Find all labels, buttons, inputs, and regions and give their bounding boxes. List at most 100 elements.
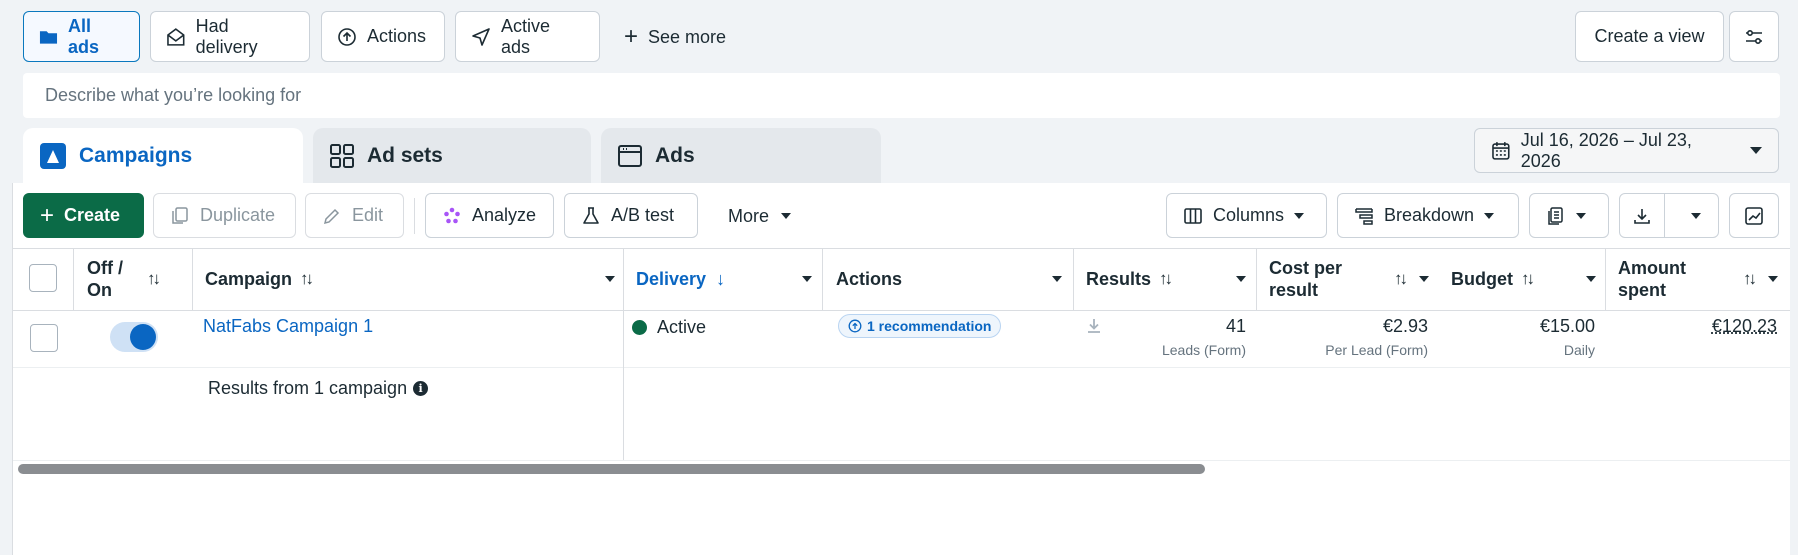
amount-spent-value[interactable]: €120.23 [1620, 316, 1777, 337]
col-results[interactable]: Results ↑↓ [1086, 248, 1246, 310]
chevron-down-icon [1236, 276, 1246, 282]
more-button[interactable]: More [728, 205, 792, 227]
columns-label: Columns [1213, 205, 1285, 225]
folder-icon [39, 30, 58, 44]
reports-button[interactable] [1529, 193, 1609, 238]
create-view-button[interactable]: Create a view [1575, 11, 1724, 62]
see-more-button[interactable]: + See more [624, 24, 726, 50]
results-value: 41 [1225, 316, 1246, 336]
budget-sub: Daily [1563, 342, 1595, 358]
chevron-down-icon [1484, 212, 1495, 219]
date-range-label: Jul 16, 2026 – Jul 23, 2026 [1520, 129, 1692, 171]
delivery-header-label: Delivery [636, 268, 707, 289]
columns-button[interactable]: Columns [1166, 193, 1327, 238]
col-cost-per-result[interactable]: Cost per result ↑↓ [1269, 248, 1429, 310]
tab-ad-sets[interactable]: Ad sets [313, 128, 591, 183]
duplicate-button[interactable]: Duplicate [153, 193, 296, 238]
results-summary-label: Results from 1 campaign [208, 378, 408, 398]
cost-line1: Cost per [1269, 258, 1343, 278]
chevron-down-icon [1768, 276, 1778, 282]
col-delivery[interactable]: Delivery ↓ [636, 248, 812, 310]
filter-active-ads[interactable]: Active ads [455, 11, 600, 62]
edit-button[interactable]: Edit [305, 193, 404, 238]
chevron-down-icon [605, 276, 615, 282]
off-on-line1: Off / [87, 258, 123, 278]
ab-test-button[interactable]: A/B test [564, 193, 698, 238]
edit-label: Edit [352, 205, 384, 225]
duplicate-label: Duplicate [200, 205, 276, 225]
filter-had-delivery[interactable]: Had delivery [150, 11, 310, 62]
delivery-status: Active [632, 317, 706, 338]
tab-ads[interactable]: Ads [601, 128, 881, 183]
filter-actions[interactable]: Actions [321, 11, 445, 62]
upload-circle-icon [848, 319, 862, 333]
search-input[interactable]: Describe what you’re looking for [23, 73, 1780, 118]
row-checkbox[interactable] [30, 324, 58, 352]
tab-campaigns[interactable]: Campaigns [23, 128, 303, 183]
campaign-toggle[interactable] [110, 322, 158, 352]
date-range-picker[interactable]: Jul 16, 2026 – Jul 23, 2026 [1474, 128, 1779, 173]
sort-icon: ↑↓ [1394, 269, 1408, 288]
campaign-header-label: Campaign [205, 268, 293, 289]
results-sub: Leads (Form) [1161, 342, 1246, 358]
tab-ads-label: Ads [655, 143, 695, 167]
filter-all-ads-label: All ads [67, 15, 100, 57]
chevron-down-icon [1052, 276, 1062, 282]
plus-icon: + [624, 23, 639, 50]
chevron-down-icon [1586, 276, 1596, 282]
recommendation-label: 1 recommendation [867, 318, 992, 334]
col-campaign[interactable]: Campaign ↑↓ [205, 248, 615, 310]
budget-value: €15.00 [1539, 316, 1595, 336]
delivery-status-label: Active [657, 317, 707, 337]
view-settings-button[interactable] [1729, 11, 1779, 62]
chevron-down-icon [802, 276, 812, 282]
plus-icon: + [40, 201, 55, 229]
columns-icon [1184, 207, 1202, 224]
filter-all-ads[interactable]: All ads [23, 11, 140, 62]
cost-value: €2.93 [1382, 316, 1428, 336]
toggle-knob [130, 324, 156, 350]
chevron-down-icon [1750, 147, 1762, 154]
recommendation-badge[interactable]: 1 recommendation [838, 314, 1002, 338]
amount-line2: spent [1618, 280, 1667, 300]
more-label: More [728, 205, 770, 226]
status-dot-icon [632, 320, 647, 335]
trend-chart-icon [1745, 206, 1763, 225]
create-button[interactable]: + Create [23, 193, 144, 238]
off-on-line2: On [87, 280, 112, 300]
campaign-name-link[interactable]: NatFabs Campaign 1 [203, 316, 373, 337]
charts-button[interactable] [1729, 193, 1779, 238]
chevron-down-icon [1691, 212, 1702, 219]
chevron-down-icon [1294, 212, 1305, 219]
campaign-icon [40, 142, 66, 169]
envelope-open-icon [167, 27, 185, 46]
export-button[interactable] [1619, 193, 1719, 238]
col-amount-spent[interactable]: Amount spent ↑↓ [1618, 248, 1778, 310]
info-icon[interactable]: i [413, 381, 429, 396]
sort-icon: ↑↓ [1159, 269, 1173, 288]
col-actions[interactable]: Actions [836, 248, 1062, 310]
export-menu-button[interactable] [1675, 194, 1718, 237]
download-button[interactable] [1620, 194, 1665, 237]
filter-had-delivery-label: Had delivery [195, 15, 258, 57]
col-off-on[interactable]: Off / On ↑↓ [87, 248, 161, 310]
breakdown-icon [1355, 207, 1373, 225]
grid-icon [330, 143, 354, 168]
analyze-button[interactable]: Analyze [425, 193, 554, 238]
breakdown-button[interactable]: Breakdown [1337, 193, 1519, 238]
chevron-down-icon [1419, 276, 1429, 282]
tab-ad-sets-label: Ad sets [367, 143, 443, 167]
select-all-checkbox[interactable] [29, 264, 57, 292]
duplicate-icon [172, 206, 188, 224]
filter-actions-label: Actions [367, 26, 427, 46]
search-placeholder: Describe what you’re looking for [45, 85, 302, 105]
breakdown-label: Breakdown [1384, 205, 1475, 225]
send-icon [472, 27, 490, 46]
chevron-down-icon [781, 213, 792, 219]
results-header-label: Results [1086, 268, 1152, 289]
horizontal-scrollbar[interactable] [18, 464, 1205, 474]
upload-circle-icon [338, 27, 356, 46]
col-budget[interactable]: Budget ↑↓ [1451, 248, 1596, 310]
calendar-icon [1492, 141, 1510, 160]
cost-line2: result [1269, 280, 1319, 300]
